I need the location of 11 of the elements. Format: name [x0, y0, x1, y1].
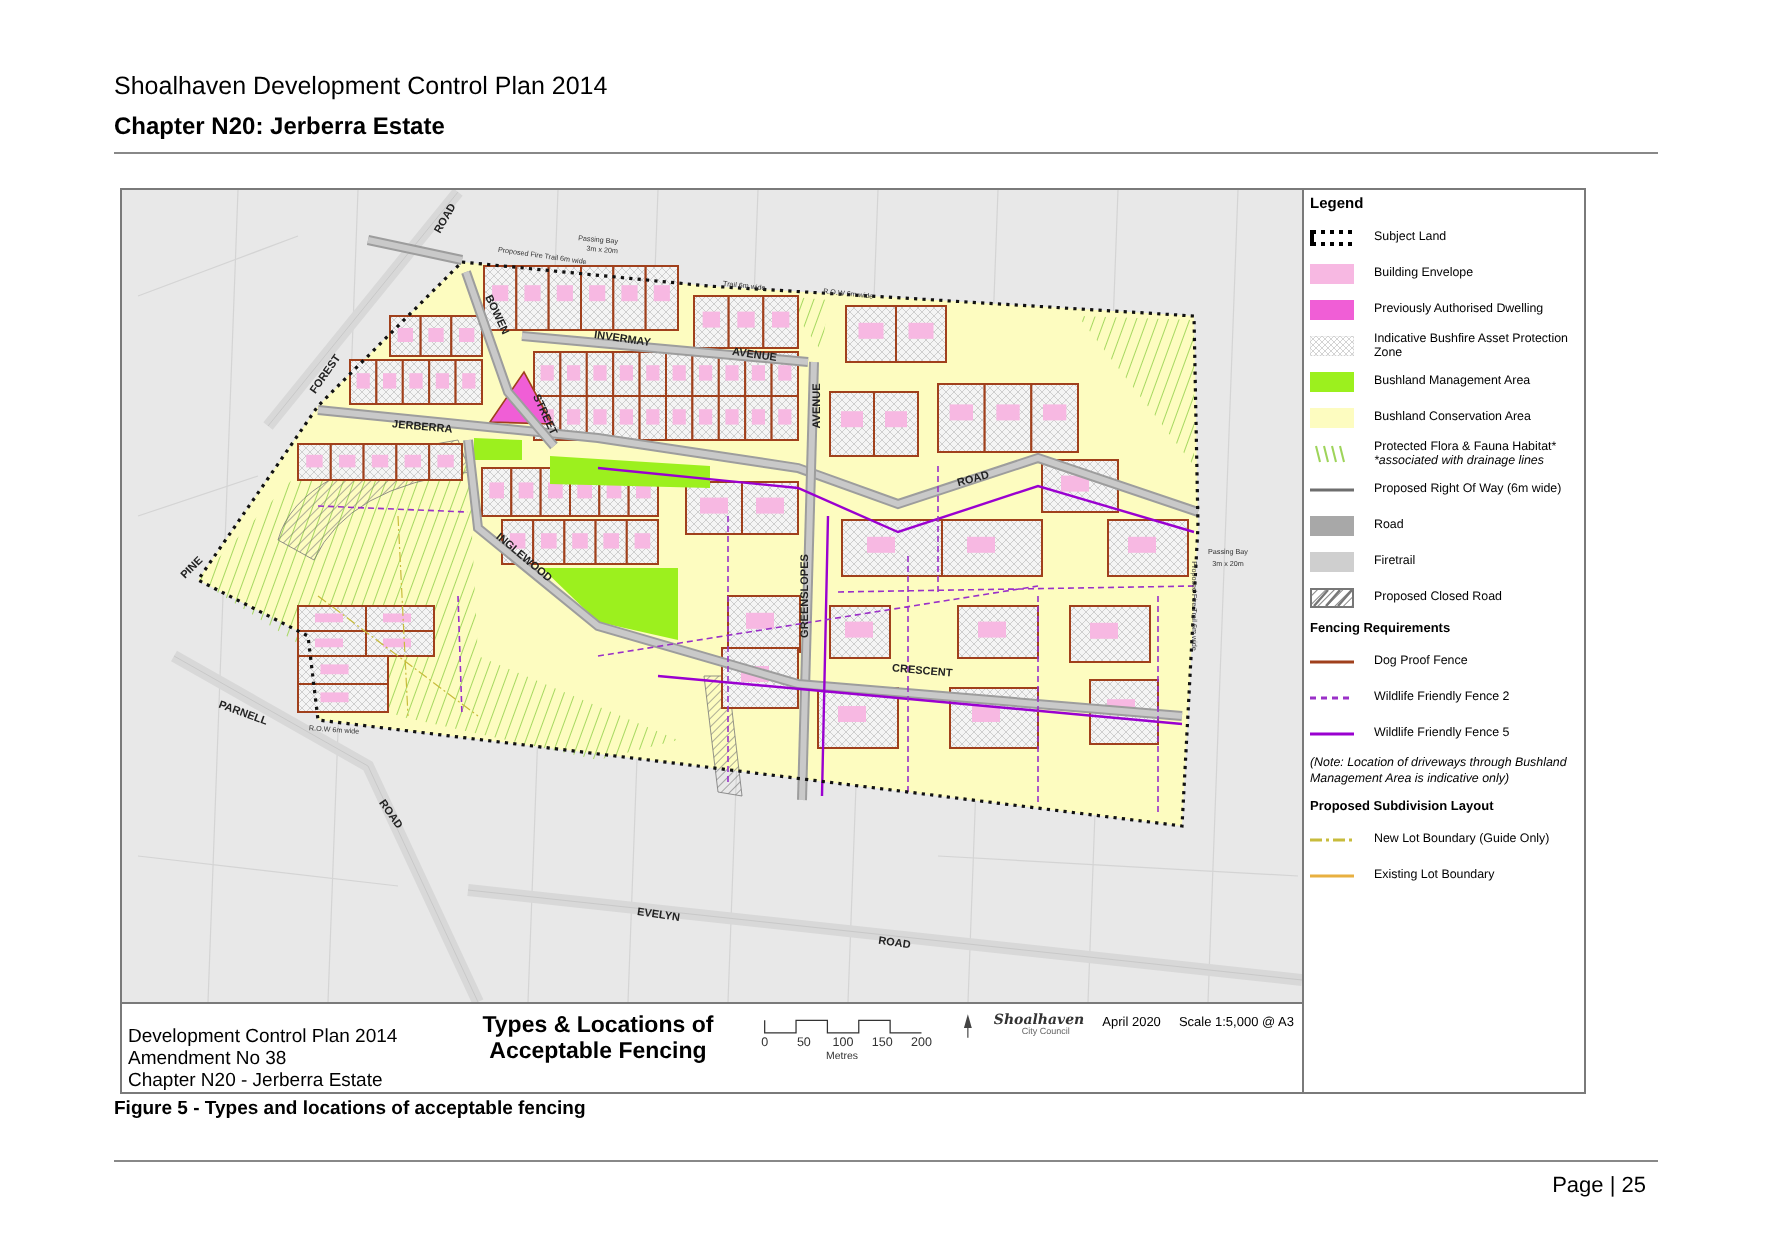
- map-title: Acceptable Fencing: [489, 1040, 707, 1066]
- page-number: Page | 25: [1552, 1174, 1646, 1198]
- document-title: Shoalhaven Development Control Plan 2014: [114, 72, 610, 100]
- north-arrow-icon: [960, 1014, 976, 1038]
- plan-info-text: Chapter N20 - Jerberra Estate: [128, 1070, 385, 1092]
- plan-info-text: Development Control Plan 2014: [128, 1026, 400, 1048]
- scale-bar-icon: [763, 1019, 922, 1034]
- chapter-heading: Chapter N20: Jerberra Estate: [114, 112, 447, 140]
- plan-info-text: Amendment No 38: [128, 1048, 289, 1070]
- figure-caption: Figure 5 - Types and locations of acceptable fencing: [114, 1098, 588, 1120]
- map-title: Types & Locations of: [482, 1014, 714, 1040]
